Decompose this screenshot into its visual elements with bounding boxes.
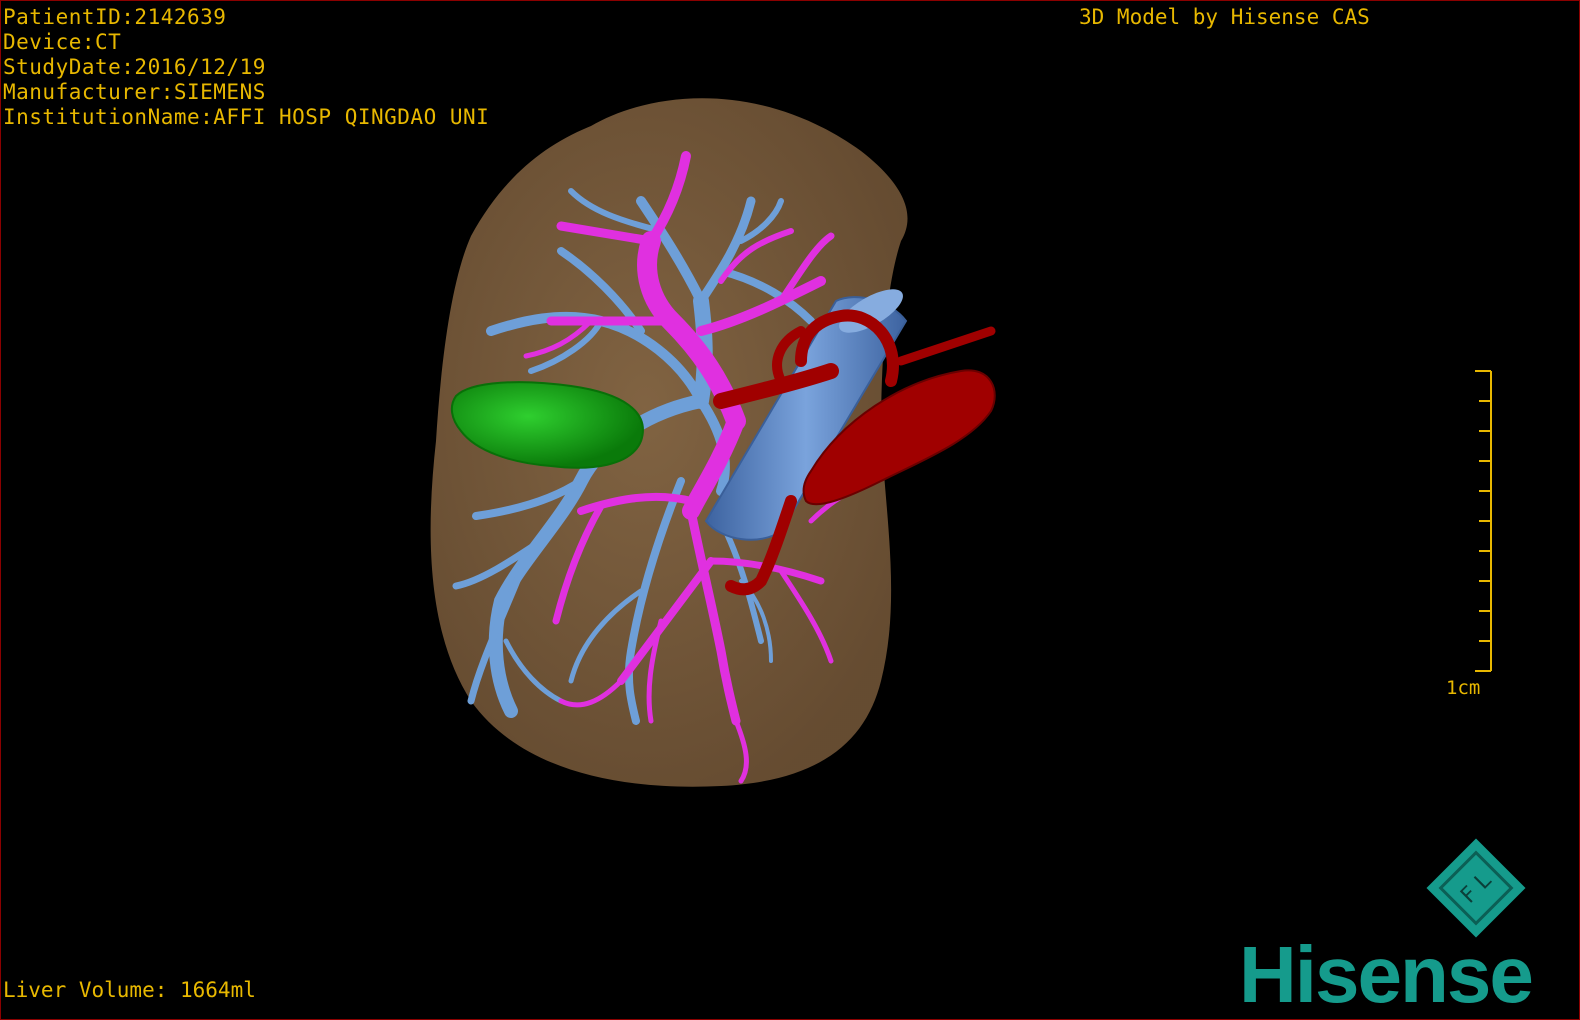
study-date: StudyDate:2016/12/19 bbox=[3, 55, 266, 79]
viewer-viewport[interactable]: PatientID:2142639 Device:CT StudyDate:20… bbox=[0, 0, 1580, 1020]
patient-id: PatientID:2142639 bbox=[3, 5, 227, 29]
institution-name: InstitutionName:AFFI HOSP QINGDAO UNI bbox=[3, 105, 490, 129]
manufacturer: Manufacturer:SIEMENS bbox=[3, 80, 266, 104]
scale-bar bbox=[1475, 370, 1492, 672]
liver-volume: Liver Volume: 1664ml bbox=[3, 978, 256, 1002]
liver-3d-model[interactable] bbox=[1, 1, 1580, 1020]
fl-logo-icon: F L bbox=[1426, 838, 1526, 938]
hisense-logo: Hisense bbox=[1239, 930, 1534, 1019]
model-credit: 3D Model by Hisense CAS bbox=[1079, 5, 1370, 29]
scale-bar-label: 1cm bbox=[1446, 677, 1481, 699]
device: Device:CT bbox=[3, 30, 122, 54]
